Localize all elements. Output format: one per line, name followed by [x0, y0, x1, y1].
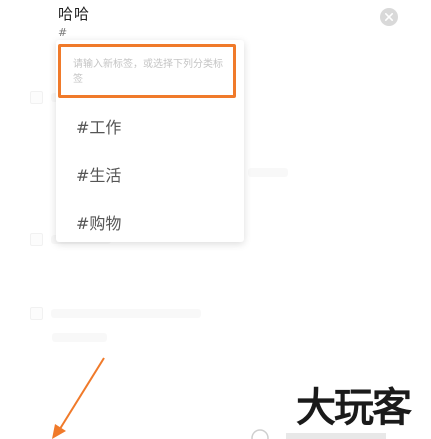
annotation-arrow — [52, 357, 105, 439]
watermark-logo: 大玩客 — [296, 384, 412, 431]
watermark-subtext-graphic — [251, 429, 386, 439]
